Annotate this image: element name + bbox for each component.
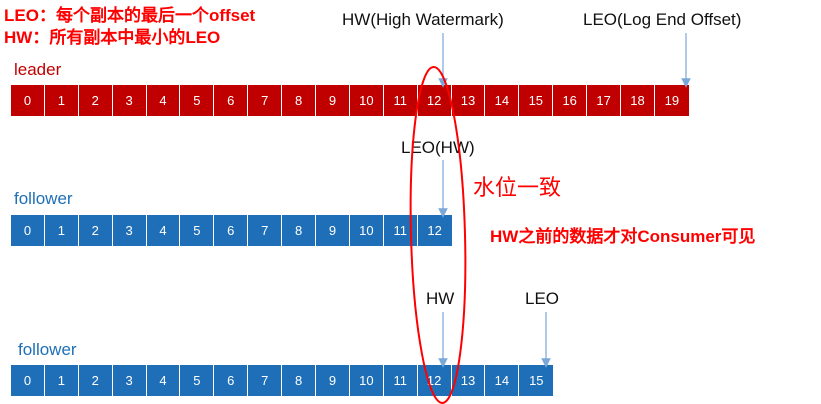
hw-highlight-ellipse	[409, 66, 467, 404]
diagram-overlay	[409, 33, 691, 404]
